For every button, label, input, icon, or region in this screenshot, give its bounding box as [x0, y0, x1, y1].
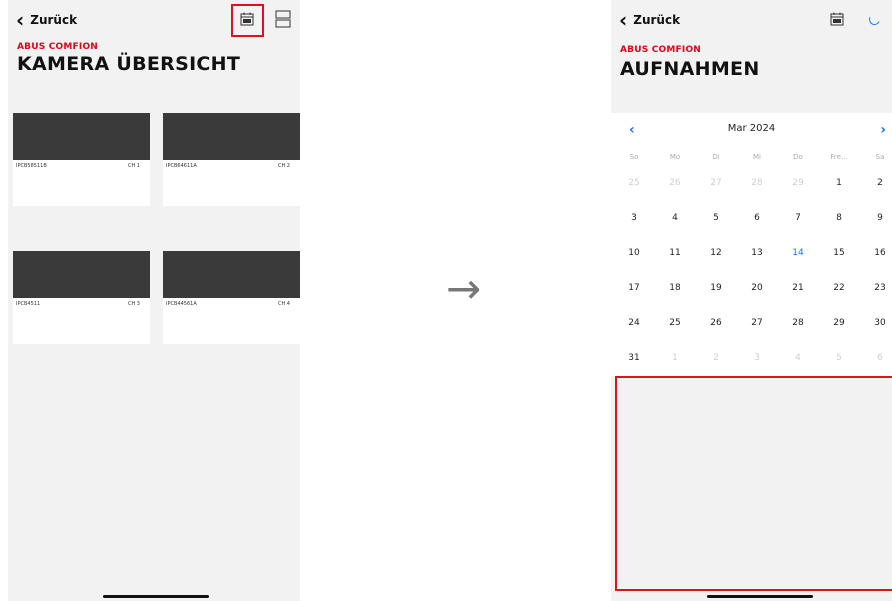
camera-channel: CH 4	[277, 301, 290, 307]
loading-spinner-icon	[867, 12, 882, 27]
calendar-day[interactable]: 30	[860, 318, 892, 328]
recordings-screen: ‹ Zurück ABUS COMFION AUFNAHMEN ‹ Mar 20…	[611, 0, 892, 601]
calendar-day: 28	[751, 178, 763, 188]
recordings-area-highlight	[615, 376, 892, 591]
weekday-label: Mo	[669, 153, 681, 161]
home-indicator[interactable]	[103, 595, 209, 598]
layout-toggle-button[interactable]	[274, 9, 292, 29]
calendar-day: 1	[672, 353, 678, 363]
weekday-label: Sa	[875, 153, 885, 161]
calendar-day[interactable]: 12	[696, 248, 736, 258]
camera-channel: CH 2	[277, 163, 290, 169]
brand-label: ABUS COMFION	[17, 42, 99, 52]
calendar-day: 25	[628, 178, 640, 188]
calendar-day[interactable]: 27	[737, 318, 777, 328]
calendar-day[interactable]: 31	[614, 353, 654, 363]
calendar-day[interactable]: 21	[778, 283, 818, 293]
calendar-day[interactable]: 7	[778, 213, 818, 223]
brand-label: ABUS COMFION	[620, 45, 702, 55]
calendar-day[interactable]: 5	[696, 213, 736, 223]
calendar-day[interactable]: 24	[614, 318, 654, 328]
page-title: KAMERA ÜBERSICHT	[17, 53, 241, 75]
calendar-day[interactable]: 6	[737, 213, 777, 223]
calendar-day[interactable]: 26	[696, 318, 736, 328]
video-preview	[13, 113, 150, 160]
calendar-button[interactable]	[829, 11, 845, 27]
back-label: Zurück	[633, 13, 681, 27]
calendar-button-highlight	[231, 4, 264, 37]
back-label: Zurück	[30, 13, 78, 27]
camera-channel: CH 3	[127, 301, 140, 307]
split-view-icon	[275, 10, 291, 28]
camera-name: IPCB4511	[16, 301, 41, 307]
calendar-day[interactable]: 8	[819, 213, 859, 223]
weekday-label: So	[629, 153, 639, 161]
calendar-day: 26	[669, 178, 681, 188]
calendar-day[interactable]: 19	[696, 283, 736, 293]
camera-tile[interactable]: IPCB44561A CH 4	[163, 251, 300, 344]
calendar: ‹ Mar 2024 › So Mo Di Mi Do Fre... Sa 25 26 27 28 2…	[611, 113, 892, 376]
chevron-left-icon: ‹	[619, 8, 628, 32]
calendar-icon	[830, 12, 844, 26]
calendar-day: 6	[877, 353, 883, 363]
weekday-label: Fre...	[830, 153, 848, 161]
calendar-day[interactable]: 14	[778, 248, 818, 258]
calendar-day[interactable]: 28	[778, 318, 818, 328]
calendar-day[interactable]: 20	[737, 283, 777, 293]
calendar-day: 5	[836, 353, 842, 363]
weekday-label: Di	[712, 153, 720, 161]
video-preview	[13, 251, 150, 298]
calendar-day[interactable]: 29	[819, 318, 859, 328]
calendar-day[interactable]: 15	[819, 248, 859, 258]
calendar-day[interactable]: 1	[819, 178, 859, 188]
calendar-day[interactable]: 22	[819, 283, 859, 293]
calendar-day: 29	[792, 178, 804, 188]
camera-name: IPCB44561A	[166, 301, 197, 307]
calendar-day: 4	[795, 353, 801, 363]
camera-channel: CH 1	[127, 163, 140, 169]
calendar-day[interactable]: 3	[614, 213, 654, 223]
calendar-day[interactable]: 17	[614, 283, 654, 293]
calendar-day[interactable]: 25	[655, 318, 695, 328]
weekday-label: Mi	[753, 153, 761, 161]
calendar-day[interactable]: 23	[860, 283, 892, 293]
video-preview	[163, 113, 300, 160]
camera-overview-screen: ‹ Zurück ABUS COMFION KAMERA ÜBERSICHT I…	[8, 0, 300, 601]
camera-tile[interactable]: IPCB4511 CH 3	[13, 251, 150, 344]
back-button[interactable]: ‹ Zurück	[619, 10, 680, 30]
camera-name: IPCB58511B	[16, 163, 47, 169]
calendar-day: 2	[713, 353, 719, 363]
calendar-day: 27	[710, 178, 722, 188]
calendar-day[interactable]: 4	[655, 213, 695, 223]
camera-tile[interactable]: IPCB58511B CH 1	[13, 113, 150, 206]
calendar-day[interactable]: 13	[737, 248, 777, 258]
calendar-day[interactable]: 18	[655, 283, 695, 293]
calendar-day[interactable]: 9	[860, 213, 892, 223]
camera-name: IPCB64611A	[166, 163, 197, 169]
calendar-day[interactable]: 11	[655, 248, 695, 258]
month-label: Mar 2024	[727, 123, 776, 134]
calendar-day: 3	[754, 353, 760, 363]
calendar-day[interactable]: 2	[860, 178, 892, 188]
calendar-day[interactable]: 10	[614, 248, 654, 258]
home-indicator[interactable]	[707, 595, 813, 598]
back-button[interactable]: ‹ Zurück	[16, 10, 77, 30]
video-preview	[163, 251, 300, 298]
next-month-button[interactable]: ›	[880, 122, 886, 138]
page-title: AUFNAHMEN	[620, 58, 760, 80]
weekday-label: Do	[793, 153, 803, 161]
chevron-left-icon: ‹	[16, 8, 25, 32]
calendar-day[interactable]: 16	[860, 248, 892, 258]
camera-tile[interactable]: IPCB64611A CH 2	[163, 113, 300, 206]
transition-arrow: →	[446, 264, 482, 313]
